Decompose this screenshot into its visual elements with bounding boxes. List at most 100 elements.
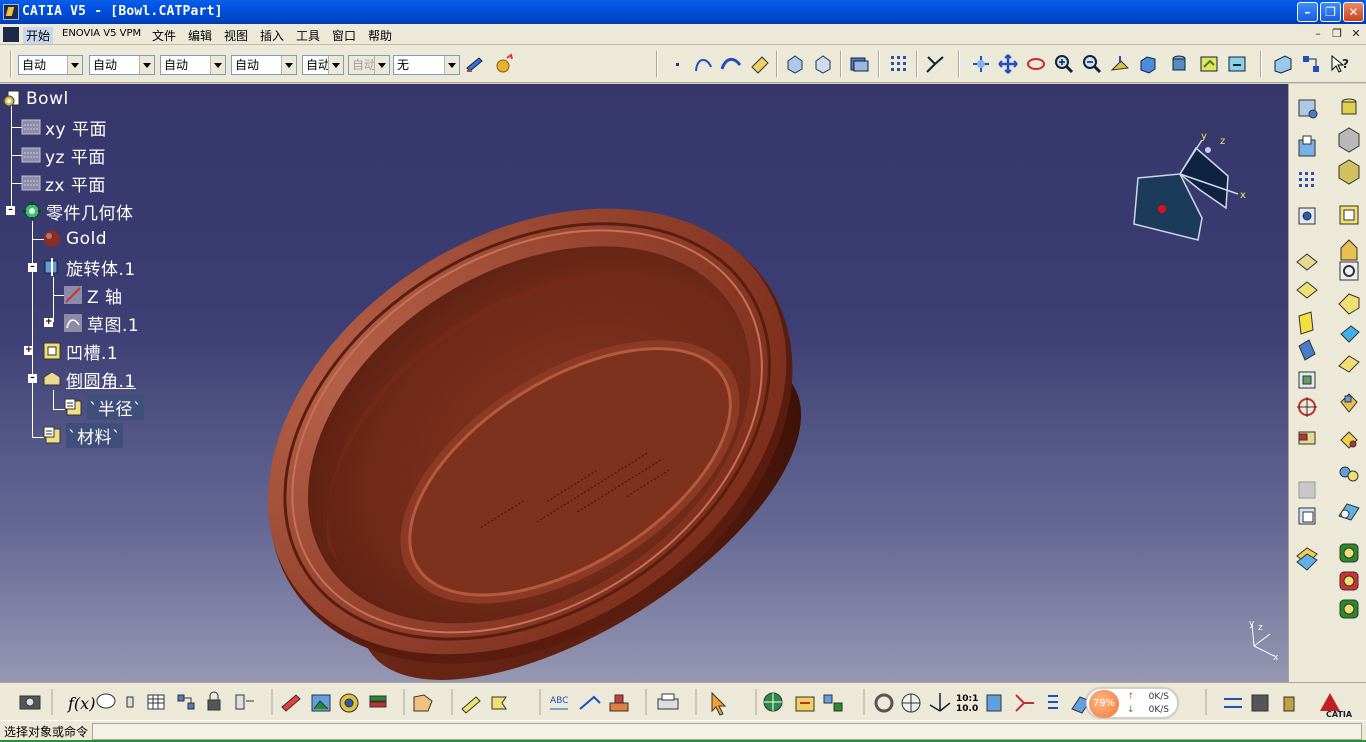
remove-face-tool-icon[interactable] — [1298, 431, 1316, 445]
groove-expand-toggle[interactable]: + — [24, 346, 33, 355]
printer-icon[interactable] — [657, 693, 679, 710]
render-style-icon[interactable] — [1168, 53, 1190, 75]
formula-icon[interactable]: f(x) — [67, 694, 95, 713]
edge-fillet-tool-icon[interactable] — [1338, 355, 1360, 373]
transparency-combo[interactable]: 自动 — [89, 55, 155, 75]
menu-file[interactable]: 文件 — [152, 27, 176, 44]
layer-combo[interactable]: 无 — [393, 55, 460, 75]
apply-material-icon[interactable] — [493, 53, 515, 75]
close-button[interactable]: ✕ — [1343, 2, 1364, 22]
rib-tool-icon[interactable] — [1338, 159, 1360, 185]
compare-arrows-icon[interactable] — [1224, 698, 1242, 708]
tree-item-root[interactable]: Bowl — [2, 89, 69, 109]
save-icon[interactable] — [1251, 694, 1269, 712]
menu-edit[interactable]: 编辑 — [188, 27, 212, 44]
maximize-button[interactable]: ❐ — [1320, 2, 1341, 22]
face-fillet-tool-icon[interactable] — [1340, 431, 1358, 449]
table-icon[interactable] — [147, 694, 165, 710]
zoom-out-icon[interactable] — [1081, 53, 1103, 75]
capture-icon[interactable] — [19, 695, 41, 710]
world-icon[interactable] — [901, 693, 921, 713]
sweep-icon[interactable] — [720, 53, 742, 75]
examine-mode-icon[interactable] — [812, 53, 834, 75]
tree-item-axis[interactable]: Z 轴 — [63, 285, 123, 308]
sketch-expand-toggle[interactable]: + — [44, 318, 53, 327]
slot-tool-icon[interactable] — [1339, 261, 1359, 281]
network-speed-widget[interactable]: 79% ↑ ↓ 0K/S 0K/S — [1086, 688, 1178, 718]
menu-insert[interactable]: 插入 — [260, 27, 284, 44]
draft-angle-tool-icon[interactable] — [1338, 503, 1360, 521]
multi-section-tool-icon[interactable] — [1340, 239, 1358, 261]
pocket-tool-icon[interactable] — [1339, 205, 1359, 225]
command-input[interactable] — [92, 723, 1362, 740]
tree-export-icon[interactable] — [823, 694, 843, 712]
line-type-combo[interactable]: 自动 — [231, 55, 297, 75]
hide-show-icon[interactable] — [1198, 53, 1220, 75]
variable-fillet-tool-icon[interactable] — [1340, 393, 1358, 413]
normal-view-icon[interactable] — [1109, 53, 1131, 75]
tree-item-sketch[interactable]: 草图.1 — [63, 313, 139, 336]
hole-tool-icon[interactable] — [1338, 127, 1360, 153]
fit-all-icon[interactable] — [970, 53, 992, 75]
tree-item-fillet[interactable]: 倒圆角.1 — [42, 369, 136, 392]
spline-icon[interactable] — [693, 53, 715, 75]
target-tool-icon[interactable] — [1297, 397, 1317, 417]
catalog-icon[interactable] — [848, 53, 870, 75]
padlock-icon[interactable] — [207, 691, 221, 711]
document-icon[interactable] — [3, 27, 19, 42]
sketcher-tool-icon[interactable] — [1298, 99, 1318, 119]
fillet-collapse-toggle[interactable]: – — [28, 374, 37, 383]
body-icon[interactable] — [986, 694, 1002, 712]
dimension-icon[interactable] — [579, 695, 601, 710]
flag-icon[interactable] — [491, 696, 507, 710]
remove-tool-icon[interactable] — [1298, 371, 1316, 389]
tree-item-revolve[interactable]: 旋转体.1 — [42, 257, 136, 280]
tree-item-yz-plane[interactable]: yz 平面 — [21, 145, 106, 168]
catia-app-icon[interactable] — [3, 4, 19, 20]
cylinder-tool-icon[interactable] — [1341, 98, 1357, 115]
split-tool-icon[interactable] — [1298, 339, 1316, 361]
branch-icon[interactable] — [1015, 694, 1034, 712]
axis-system-icon[interactable] — [924, 53, 946, 75]
chamfer-tool-icon[interactable] — [1338, 293, 1360, 315]
boolean-assemble-tool-icon[interactable] — [1339, 571, 1359, 591]
stiffener-tool-icon[interactable] — [1340, 325, 1360, 343]
lock-icon[interactable] — [126, 696, 134, 708]
folder-icon[interactable] — [795, 696, 815, 712]
tree-item-material-gold[interactable]: Gold — [42, 229, 107, 249]
shell-tool-icon[interactable] — [1296, 281, 1318, 299]
sketch-icon[interactable] — [1272, 53, 1294, 75]
tree-item-material-param[interactable]: `材料` — [42, 422, 123, 448]
3d-viewport[interactable]: y z x y z x – – + + – Bowl xy 平面 yz 平面 z… — [0, 84, 1288, 682]
pan-icon[interactable] — [997, 53, 1019, 75]
fly-mode-icon[interactable] — [784, 53, 806, 75]
surface-tool-icon[interactable] — [1296, 547, 1318, 571]
transform-tool-icon[interactable] — [1298, 207, 1316, 225]
pattern-tool-icon[interactable] — [1299, 172, 1314, 187]
doc-close-button[interactable]: ✕ — [1348, 27, 1364, 41]
zoom-in-icon[interactable] — [1053, 53, 1075, 75]
comment-icon[interactable] — [96, 693, 116, 709]
tritangent-fillet-tool-icon[interactable] — [1339, 466, 1359, 482]
measure-icon[interactable] — [749, 53, 771, 75]
draft-tool-icon[interactable] — [1298, 311, 1314, 335]
tree-item-part-body[interactable]: 零件几何体 — [22, 201, 134, 224]
replace-face-tool-icon[interactable] — [1298, 481, 1316, 499]
line-thickness-combo[interactable]: 自动 — [160, 55, 226, 75]
whats-this-icon[interactable]: ? — [1328, 53, 1350, 75]
update-icon[interactable] — [874, 693, 894, 713]
thickness-tool-icon[interactable] — [1296, 253, 1318, 271]
point-icon[interactable] — [668, 53, 690, 75]
image-icon[interactable] — [311, 694, 331, 712]
tree-item-xy-plane[interactable]: xy 平面 — [21, 117, 107, 140]
draw-icon[interactable] — [461, 696, 481, 714]
point-type-combo[interactable]: 自动 — [302, 55, 344, 75]
globe-icon[interactable] — [763, 692, 783, 712]
swap-space-icon[interactable] — [1226, 53, 1248, 75]
constraints-icon[interactable] — [1300, 53, 1322, 75]
tree-item-radius-param[interactable]: `半径` — [63, 394, 144, 420]
books-icon[interactable] — [369, 695, 387, 708]
body-collapse-toggle[interactable]: – — [6, 206, 15, 215]
list-icon[interactable] — [1048, 695, 1058, 709]
snap-grid-icon[interactable] — [888, 53, 910, 75]
